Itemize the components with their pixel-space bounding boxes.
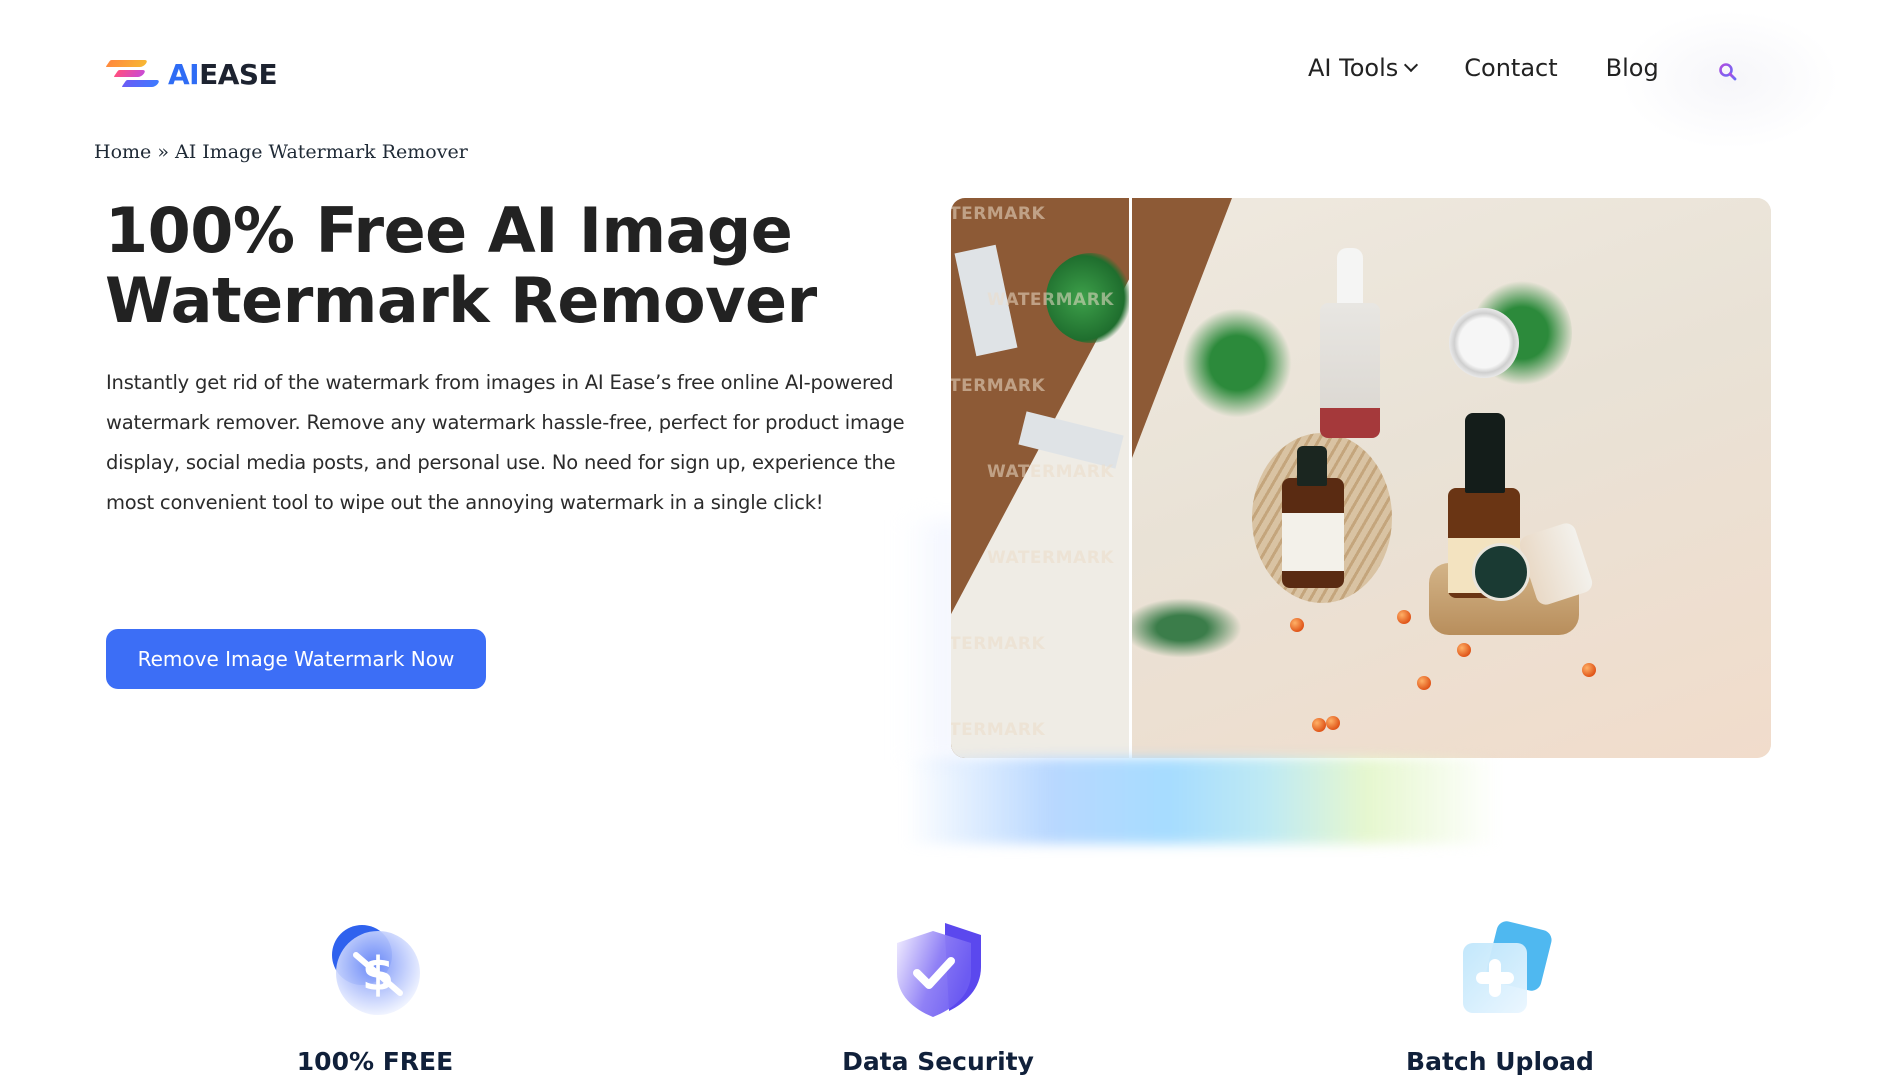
breadcrumb-separator: » (157, 141, 169, 163)
remove-watermark-button[interactable]: Remove Image Watermark Now (106, 629, 486, 689)
feature-data-security: Data Security (788, 915, 1088, 1076)
nav-item-label: AI Tools (1308, 54, 1399, 82)
before-after-preview: TERMARK WATERMARK TERMARK WATERMARK WATE… (951, 198, 1771, 758)
capsule-ball (1417, 676, 1431, 690)
breadcrumb-home-link[interactable]: Home (94, 141, 151, 163)
capsule-ball (1582, 663, 1596, 677)
capsule-ball (1326, 716, 1340, 730)
add-stack-icon (1445, 915, 1555, 1025)
search-icon[interactable] (1718, 62, 1738, 82)
bottle-cap (1337, 248, 1363, 308)
capsule-ball (1457, 643, 1471, 657)
capsule-ball (1397, 610, 1411, 624)
watermark-text: TERMARK (951, 720, 1046, 740)
leaf-shape (1132, 598, 1242, 658)
watermark-text: WATERMARK (987, 290, 1114, 310)
main-nav: AI Tools Contact Blog (1308, 48, 1707, 88)
breadcrumb: Home » AI Image Watermark Remover (94, 141, 468, 163)
watermark-text: TERMARK (951, 634, 1046, 654)
page-title-line-2: Watermark Remover (105, 264, 817, 337)
before-image: TERMARK WATERMARK TERMARK WATERMARK WATE… (951, 198, 1129, 758)
chevron-down-icon (1404, 57, 1419, 73)
feature-title: 100% FREE (296, 1047, 454, 1076)
logo-text-ai: AI (168, 57, 200, 91)
mirror (1449, 308, 1519, 378)
bottle-label (1282, 513, 1344, 571)
capsule-ball (1290, 618, 1304, 632)
nav-item-ai-tools[interactable]: AI Tools (1308, 54, 1419, 82)
watermark-text: WATERMARK (987, 548, 1114, 568)
bottle-cap (1297, 446, 1327, 486)
page-title: 100% Free AI Image Watermark Remover (105, 196, 865, 336)
salve-jar (1472, 543, 1530, 601)
logo-text: AIEASE (168, 57, 278, 91)
feature-batch-upload: Batch Upload (1350, 915, 1650, 1076)
feature-free: $ 100% FREE (225, 915, 525, 1076)
bottle-cap (1465, 413, 1505, 493)
nav-item-contact[interactable]: Contact (1464, 54, 1557, 82)
nav-item-label: Blog (1605, 54, 1659, 82)
shield-check-icon (883, 915, 993, 1025)
feature-title: Data Security (842, 1047, 1034, 1076)
logo-mark-icon (105, 58, 161, 90)
watermark-text: TERMARK (951, 376, 1046, 396)
bottle-oil (1320, 408, 1380, 438)
nav-item-label: Contact (1464, 54, 1558, 82)
capsule-ball (1312, 718, 1326, 732)
hero-description: Instantly get rid of the watermark from … (106, 371, 905, 514)
feature-title: Batch Upload (1406, 1047, 1594, 1076)
watermark-text: TERMARK (951, 204, 1046, 224)
after-image (1132, 198, 1771, 758)
watermark-text: WATERMARK (987, 462, 1114, 482)
breadcrumb-current: AI Image Watermark Remover (175, 141, 468, 163)
nav-item-blog[interactable]: Blog (1606, 54, 1659, 82)
page-title-line-1: 100% Free AI Image (105, 194, 793, 267)
logo-text-ease: EASE (199, 57, 278, 91)
no-dollar-icon: $ (320, 915, 430, 1025)
leaf-shape (1182, 308, 1292, 418)
glow-decoration (905, 758, 1565, 844)
logo[interactable]: AIEASE (105, 56, 278, 92)
